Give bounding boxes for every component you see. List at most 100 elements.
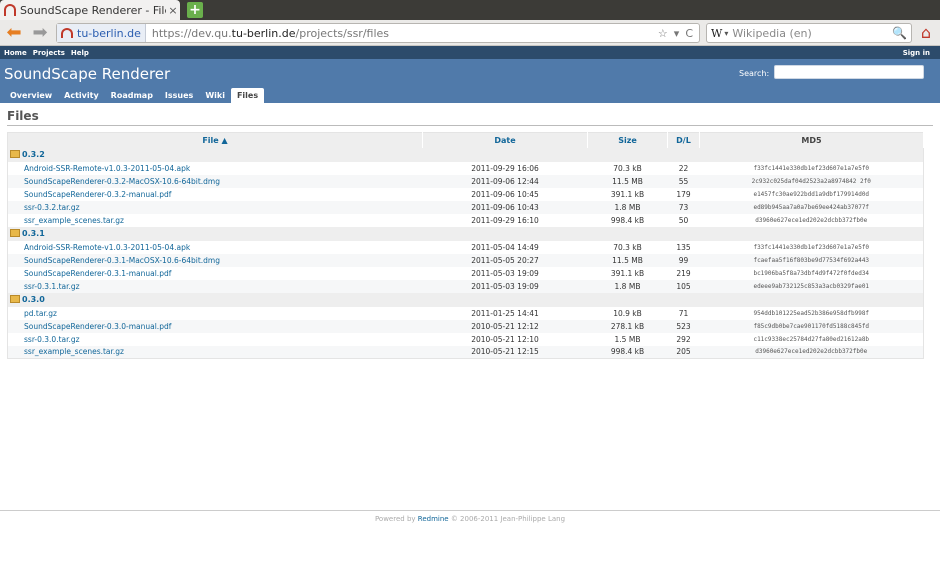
file-name-link[interactable]: ssr-0.3.0.tar.gz [7,332,423,346]
version-link[interactable]: 0.3.1 [22,229,45,238]
file-name-link[interactable]: ssr-0.3.2.tar.gz [7,200,423,214]
sign-in-link[interactable]: Sign in [903,49,930,57]
bookmark-star-icon[interactable]: ☆ [658,27,668,40]
browser-tab[interactable]: SoundScape Renderer - Files - ... × [0,0,180,20]
file-date: 2010-05-21 12:12 [422,319,588,333]
search-label: Search: [739,69,770,78]
url-dropdown-icon[interactable]: ▾ [674,27,680,40]
version-link[interactable]: 0.3.0 [22,295,45,304]
new-tab-button[interactable]: + [187,2,203,18]
tab-close-icon[interactable]: × [166,4,180,17]
file-downloads: 292 [667,332,700,346]
file-name-link[interactable]: SoundScapeRenderer-0.3.0-manual.pdf [7,319,423,333]
file-md5: ed89b945aa7a0a7be69ee424ab37077f [699,200,924,214]
wikipedia-logo-icon[interactable]: W [707,27,724,40]
file-downloads: 55 [667,174,700,188]
file-date: 2011-09-29 16:06 [422,161,588,175]
back-arrow-icon[interactable]: ⬅ [4,23,24,43]
file-date: 2011-09-06 12:44 [422,174,588,188]
url-bar[interactable]: tu-berlin.de https://dev.qu.tu-berlin.de… [56,23,700,43]
tab-wiki[interactable]: Wiki [199,88,231,103]
version-link[interactable]: 0.3.2 [22,150,45,159]
url-path: /projects/ssr/files [295,26,390,40]
file-row: SoundScapeRenderer-0.3.2-manual.pdf 2011-… [7,187,924,201]
file-row: ssr_example_scenes.tar.gz 2011-09-29 16:1… [7,213,924,227]
file-name-link[interactable]: ssr-0.3.1.tar.gz [7,279,423,293]
file-name-link[interactable]: SoundScapeRenderer-0.3.1-manual.pdf [7,266,423,280]
tab-overview[interactable]: Overview [4,88,58,103]
search-bar[interactable]: W ▾ Wikipedia (en) 🔍 [706,23,912,43]
column-header-md5: MD5 [699,132,924,148]
footer-redmine-link[interactable]: Redmine [418,515,449,523]
file-date: 2011-09-06 10:43 [422,200,588,214]
top-menu-home[interactable]: Home [4,49,27,57]
top-menu-projects[interactable]: Projects [33,49,65,57]
file-downloads: 205 [667,345,700,359]
file-name-link[interactable]: SoundScapeRenderer-0.3.2-manual.pdf [7,187,423,201]
site-identity-button[interactable]: tu-berlin.de [57,24,146,42]
redmine-favicon-icon [4,4,16,16]
file-downloads: 219 [667,266,700,280]
file-row: SoundScapeRenderer-0.3.2-MacOSX-10.6-64b… [7,174,924,188]
file-size: 278.1 kB [587,319,668,333]
file-downloads: 50 [667,213,700,227]
package-icon [10,295,20,303]
column-header-dl[interactable]: D/L [667,132,700,148]
file-date: 2011-05-03 19:09 [422,279,588,293]
file-md5: f85c9db0be7cae901170fd5188c845fd [699,319,924,333]
search-magnifier-icon[interactable]: 🔍 [892,26,911,40]
footer-powered-by: Powered by [374,515,416,523]
tab-roadmap[interactable]: Roadmap [105,88,159,103]
file-size: 11.5 MB [587,253,668,267]
file-date: 2011-09-06 10:45 [422,187,588,201]
file-md5: fcaefaa5f16f803be9d77534f692a443 [699,253,924,267]
file-size: 1.8 MB [587,279,668,293]
column-header-date[interactable]: Date [422,132,588,148]
file-size: 998.4 kB [587,345,668,359]
file-name-link[interactable]: SoundScapeRenderer-0.3.1-MacOSX-10.6-64b… [7,253,423,267]
file-date: 2011-05-04 14:49 [422,240,588,254]
file-downloads: 105 [667,279,700,293]
file-name-link[interactable]: ssr_example_scenes.tar.gz [7,345,423,359]
forward-arrow-icon[interactable]: ➡ [30,23,50,43]
file-downloads: 73 [667,200,700,214]
reload-icon[interactable]: C [685,27,693,40]
tab-files[interactable]: Files [230,88,265,103]
file-downloads: 99 [667,253,700,267]
file-name-link[interactable]: SoundScapeRenderer-0.3.2-MacOSX-10.6-64b… [7,174,423,188]
column-header-size[interactable]: Size [587,132,668,148]
file-size: 10.9 kB [587,306,668,320]
file-date: 2010-05-21 12:10 [422,332,588,346]
file-row: ssr-0.3.2.tar.gz 2011-09-06 10:43 1.8 MB 73… [7,200,924,214]
file-md5: bc1906ba5f8a73dbf4d9f472f0fded34 [699,266,924,280]
file-downloads: 179 [667,187,700,201]
project-search-input[interactable] [774,65,924,79]
file-name-link[interactable]: Android-SSR-Remote-v1.0.3-2011-05-04.apk [7,161,423,175]
tab-issues[interactable]: Issues [159,88,199,103]
file-name-link[interactable]: pd.tar.gz [7,306,423,320]
tab-activity[interactable]: Activity [58,88,105,103]
file-row: Android-SSR-Remote-v1.0.3-2011-05-04.apk… [7,240,924,254]
file-date: 2011-09-29 16:10 [422,213,588,227]
file-row: SoundScapeRenderer-0.3.0-manual.pdf 2010-… [7,319,924,333]
file-md5: d3960e627ece1ed202e2dcbb372fb0e [699,213,924,227]
file-name-link[interactable]: Android-SSR-Remote-v1.0.3-2011-05-04.apk [7,240,423,254]
file-name-link[interactable]: ssr_example_scenes.tar.gz [7,213,423,227]
column-header-file[interactable]: File ▲ [7,132,423,148]
file-size: 1.8 MB [587,200,668,214]
file-date: 2010-05-21 12:15 [422,345,588,359]
file-row: ssr-0.3.0.tar.gz 2010-05-21 12:10 1.5 MB 29… [7,332,924,346]
top-menu-help[interactable]: Help [71,49,89,57]
search-placeholder: Wikipedia (en) [732,26,812,40]
file-size: 1.5 MB [587,332,668,346]
file-row: ssr-0.3.1.tar.gz 2011-05-03 19:09 1.8 MB 10… [7,279,924,293]
page-title: Files [7,103,933,126]
search-engine-dropdown-icon[interactable]: ▾ [724,29,732,38]
file-md5: 2c932c025daf04d2523a2a8974842 2f0 [699,174,924,188]
site-favicon-icon [61,28,73,38]
file-downloads: 135 [667,240,700,254]
project-title[interactable]: SoundScape Renderer [4,65,170,83]
url-text[interactable]: https://dev.qu.tu-berlin.de/projects/ssr… [146,27,658,40]
footer-copyright: © 2006-2011 Jean-Philippe Lang [450,515,566,523]
home-icon[interactable]: ⌂ [916,23,936,43]
